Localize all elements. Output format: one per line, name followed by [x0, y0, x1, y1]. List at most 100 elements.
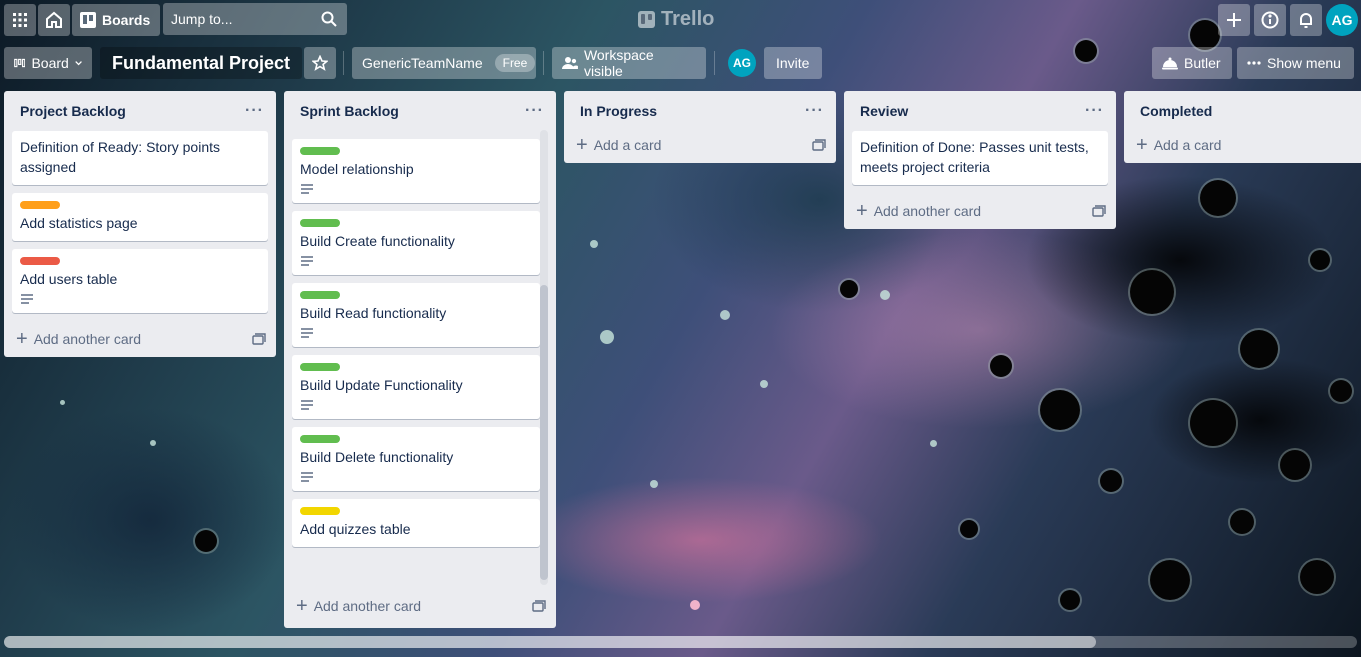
list-menu-icon[interactable]: ··· [1085, 102, 1104, 120]
board-view-icon [14, 58, 26, 68]
card-label-green[interactable] [300, 435, 340, 443]
add-card-button[interactable]: + Add another card [4, 321, 276, 357]
user-avatar-initials: AG [1331, 12, 1353, 28]
chevron-down-icon [75, 61, 82, 66]
butler-button[interactable]: Butler [1152, 47, 1232, 79]
card-title: Definition of Ready: Story points assign… [20, 139, 220, 175]
home-icon [46, 11, 62, 28]
card-template-icon[interactable] [812, 139, 826, 151]
card[interactable]: Definition of Ready: Story points assign… [12, 131, 268, 185]
card[interactable]: Build Update Functionality [292, 355, 540, 419]
card-title: Build Update Functionality [300, 377, 463, 393]
board-horizontal-scrollbar[interactable] [4, 636, 1357, 648]
board-member-initials: AG [733, 56, 751, 70]
description-icon [301, 256, 313, 266]
card[interactable]: Build Read functionality [292, 283, 540, 347]
card-label-green[interactable] [300, 291, 340, 299]
card-title: Add statistics page [20, 215, 138, 231]
show-menu-button[interactable]: Show menu [1237, 47, 1354, 79]
list-review: Review ··· Definition of Done: Passes un… [844, 91, 1116, 229]
card-label-green[interactable] [300, 219, 340, 227]
card-template-icon[interactable] [1092, 205, 1106, 217]
search-input[interactable]: Jump to... [163, 3, 347, 35]
description-icon [301, 184, 313, 194]
card-label-red[interactable] [20, 257, 60, 265]
card-title: Build Delete functionality [300, 449, 454, 465]
description-icon [21, 294, 33, 304]
card[interactable]: Add quizzes table [292, 499, 540, 547]
invite-button[interactable]: Invite [764, 47, 822, 79]
list-in-progress: In Progress ··· + Add a card [564, 91, 836, 163]
card[interactable]: Build Delete functionality [292, 427, 540, 491]
list-title[interactable]: Completed [1140, 103, 1212, 119]
card-label-green[interactable] [300, 147, 340, 155]
list-header: Sprint Backlog ··· [284, 91, 556, 131]
apps-grid-icon [13, 13, 27, 27]
info-icon [1261, 11, 1279, 29]
card-label-green[interactable] [300, 363, 340, 371]
list-scrollbar-thumb[interactable] [540, 285, 548, 580]
list-project-backlog: Project Backlog ··· Definition of Ready:… [4, 91, 276, 357]
bell-icon [1300, 13, 1312, 28]
add-card-button[interactable]: + Add another card [844, 193, 1116, 229]
list-scrollbar[interactable] [540, 130, 548, 585]
trello-logo-icon [638, 11, 655, 28]
add-card-button[interactable]: + Add another card [284, 588, 556, 624]
visibility-label: Workspace visible [583, 47, 654, 79]
star-board-button[interactable] [304, 47, 336, 79]
card-template-icon[interactable] [252, 333, 266, 345]
board-title[interactable]: Fundamental Project [100, 47, 303, 79]
list-header: In Progress ··· [564, 91, 836, 131]
add-card-button[interactable]: + Add a card [564, 127, 836, 163]
card[interactable]: Definition of Done: Passes unit tests, m… [852, 131, 1108, 185]
add-card-label: Add another card [313, 598, 422, 614]
add-card-label: Add a card [593, 137, 662, 153]
people-icon [562, 57, 578, 69]
boards-icon [80, 12, 96, 28]
list-title[interactable]: In Progress [580, 103, 657, 119]
list-menu-icon[interactable]: ··· [805, 102, 824, 120]
card-title: Add users table [20, 271, 118, 287]
list-menu-icon[interactable]: ··· [525, 102, 544, 120]
description-icon [301, 328, 313, 338]
home-button[interactable] [38, 4, 70, 36]
card[interactable]: Build Create functionality [292, 211, 540, 275]
visibility-button[interactable]: Workspace visible [552, 47, 706, 79]
board-view-switcher[interactable]: Board [4, 47, 92, 79]
list-title[interactable]: Sprint Backlog [300, 103, 399, 119]
card-label-orange[interactable] [20, 201, 60, 209]
butler-label: Butler [1184, 55, 1221, 71]
team-button[interactable]: GenericTeamName Free [352, 47, 536, 79]
add-card-button[interactable]: + Add a card [1124, 127, 1361, 163]
list-title[interactable]: Review [860, 103, 908, 119]
list-title[interactable]: Project Backlog [20, 103, 126, 119]
header-divider [343, 51, 344, 75]
card[interactable]: Add statistics page [12, 193, 268, 241]
plus-icon: + [576, 134, 588, 156]
apps-button[interactable] [4, 4, 36, 36]
card[interactable]: Model relationship [292, 139, 540, 203]
card[interactable]: Add users table [12, 249, 268, 313]
info-button[interactable] [1254, 4, 1286, 36]
list-header: Project Backlog ··· [4, 91, 276, 131]
notifications-button[interactable] [1290, 4, 1322, 36]
board-view-label: Board [31, 55, 69, 71]
create-button[interactable] [1218, 4, 1250, 36]
user-avatar[interactable]: AG [1326, 4, 1358, 36]
board-member-avatar[interactable]: AG [728, 49, 756, 77]
card-title: Build Create functionality [300, 233, 455, 249]
butler-icon [1162, 57, 1178, 70]
card-title: Model relationship [300, 161, 414, 177]
boards-button[interactable]: Boards [72, 4, 160, 36]
trello-logo[interactable]: Trello [638, 8, 714, 31]
boards-label: Boards [102, 12, 151, 28]
board-scrollbar-thumb[interactable] [4, 636, 1096, 648]
card-title: Build Read functionality [300, 305, 447, 321]
list-header: Completed [1124, 91, 1361, 131]
description-icon [301, 472, 313, 482]
list-sprint-backlog: Sprint Backlog ··· Model relationship Bu… [284, 91, 556, 628]
card-title: Add quizzes table [300, 521, 411, 537]
card-label-yellow[interactable] [300, 507, 340, 515]
card-template-icon[interactable] [532, 600, 546, 612]
list-menu-icon[interactable]: ··· [245, 102, 264, 120]
